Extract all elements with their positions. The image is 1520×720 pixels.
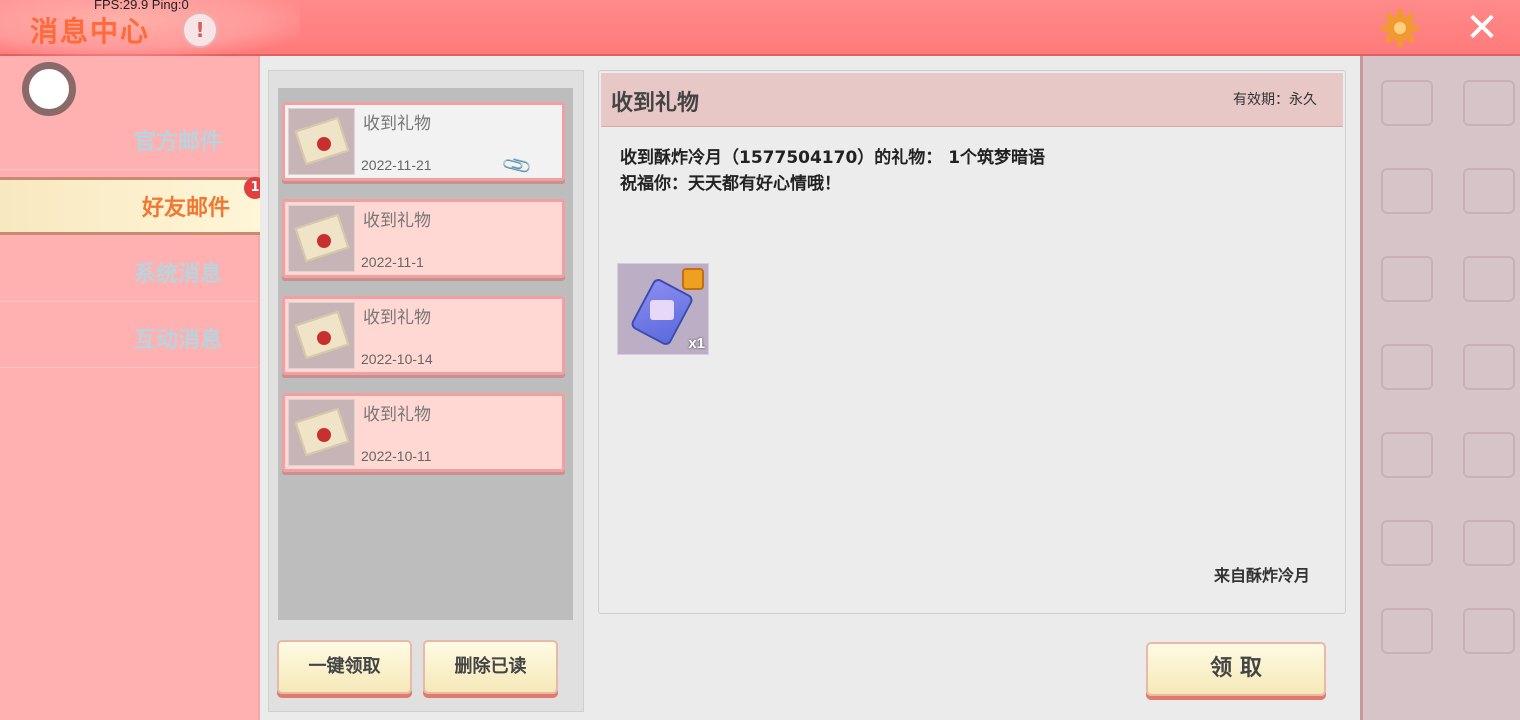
sidebar-item-label: 系统消息 <box>133 262 222 287</box>
item-quantity: x1 <box>688 335 705 352</box>
sidebar-item-label: 官方邮件 <box>133 130 222 155</box>
delete-read-button[interactable]: 删除已读 <box>423 640 558 694</box>
title-bar: 消息中心 FPS:29.9 Ping:0 ! ✕ <box>0 0 1520 56</box>
paperclip-icon: 📎 <box>499 148 534 183</box>
sidebar-item-label: 互动消息 <box>133 328 222 353</box>
mail-sender: 来自酥炸冷月 <box>1214 566 1311 585</box>
mail-body-line: 祝福你：天天都有好心情哦！ <box>620 174 841 194</box>
envelope-icon <box>288 302 355 369</box>
gift-box-icon <box>650 300 674 320</box>
mail-date: 2022-10-14 <box>361 351 433 367</box>
mail-detail-header: 收到礼物 有效期：永久 <box>601 73 1343 127</box>
gear-icon[interactable] <box>1380 8 1420 48</box>
sidebar-item-interaction-messages[interactable]: 互动消息 <box>0 310 258 368</box>
mail-list-item[interactable]: 收到礼物 2022-10-11 <box>282 393 565 472</box>
mail-list-item[interactable]: 收到礼物 2022-11-1 <box>282 199 565 278</box>
avatar[interactable] <box>22 62 76 116</box>
puzzle-piece-icon <box>682 268 704 290</box>
sidebar-item-friend-mail[interactable]: 好友邮件 <box>0 177 266 235</box>
mail-date: 2022-11-21 <box>361 157 432 173</box>
claim-all-button[interactable]: 一键领取 <box>277 640 412 694</box>
mail-date: 2022-11-1 <box>361 254 424 270</box>
mail-list-item[interactable]: 收到礼物 2022-10-14 <box>282 296 565 375</box>
fps-ping-readout: FPS:29.9 Ping:0 <box>94 0 189 12</box>
page-title: 消息中心 <box>30 15 151 48</box>
mail-title: 收到礼物 <box>363 211 431 231</box>
decorative-pattern <box>1360 56 1520 720</box>
claim-button[interactable]: 领 取 <box>1146 642 1326 696</box>
sidebar-item-official-mail[interactable]: 官方邮件 <box>0 112 258 170</box>
sidebar-item-label: 好友邮件 <box>141 196 230 221</box>
warning-icon[interactable]: ! <box>182 12 218 48</box>
envelope-icon <box>288 399 355 466</box>
mail-list-item[interactable]: 收到礼物 2022-11-21 📎 <box>282 102 565 183</box>
envelope-icon <box>288 205 355 272</box>
gift-item-slot[interactable]: x1 <box>617 263 709 355</box>
sidebar-item-system-messages[interactable]: 系统消息 <box>0 244 258 302</box>
mail-title: 收到礼物 <box>363 308 431 328</box>
envelope-icon <box>288 108 355 175</box>
mail-title: 收到礼物 <box>363 114 431 134</box>
validity-label: 有效期：永久 <box>1233 92 1317 108</box>
close-icon[interactable]: ✕ <box>1462 8 1502 50</box>
mail-detail-title: 收到礼物 <box>611 91 700 116</box>
mail-title: 收到礼物 <box>363 405 431 425</box>
mail-body-line: 收到酥炸冷月（1577504170）的礼物： 1个筑梦暗语 <box>620 148 1046 168</box>
mail-date: 2022-10-11 <box>361 448 432 464</box>
